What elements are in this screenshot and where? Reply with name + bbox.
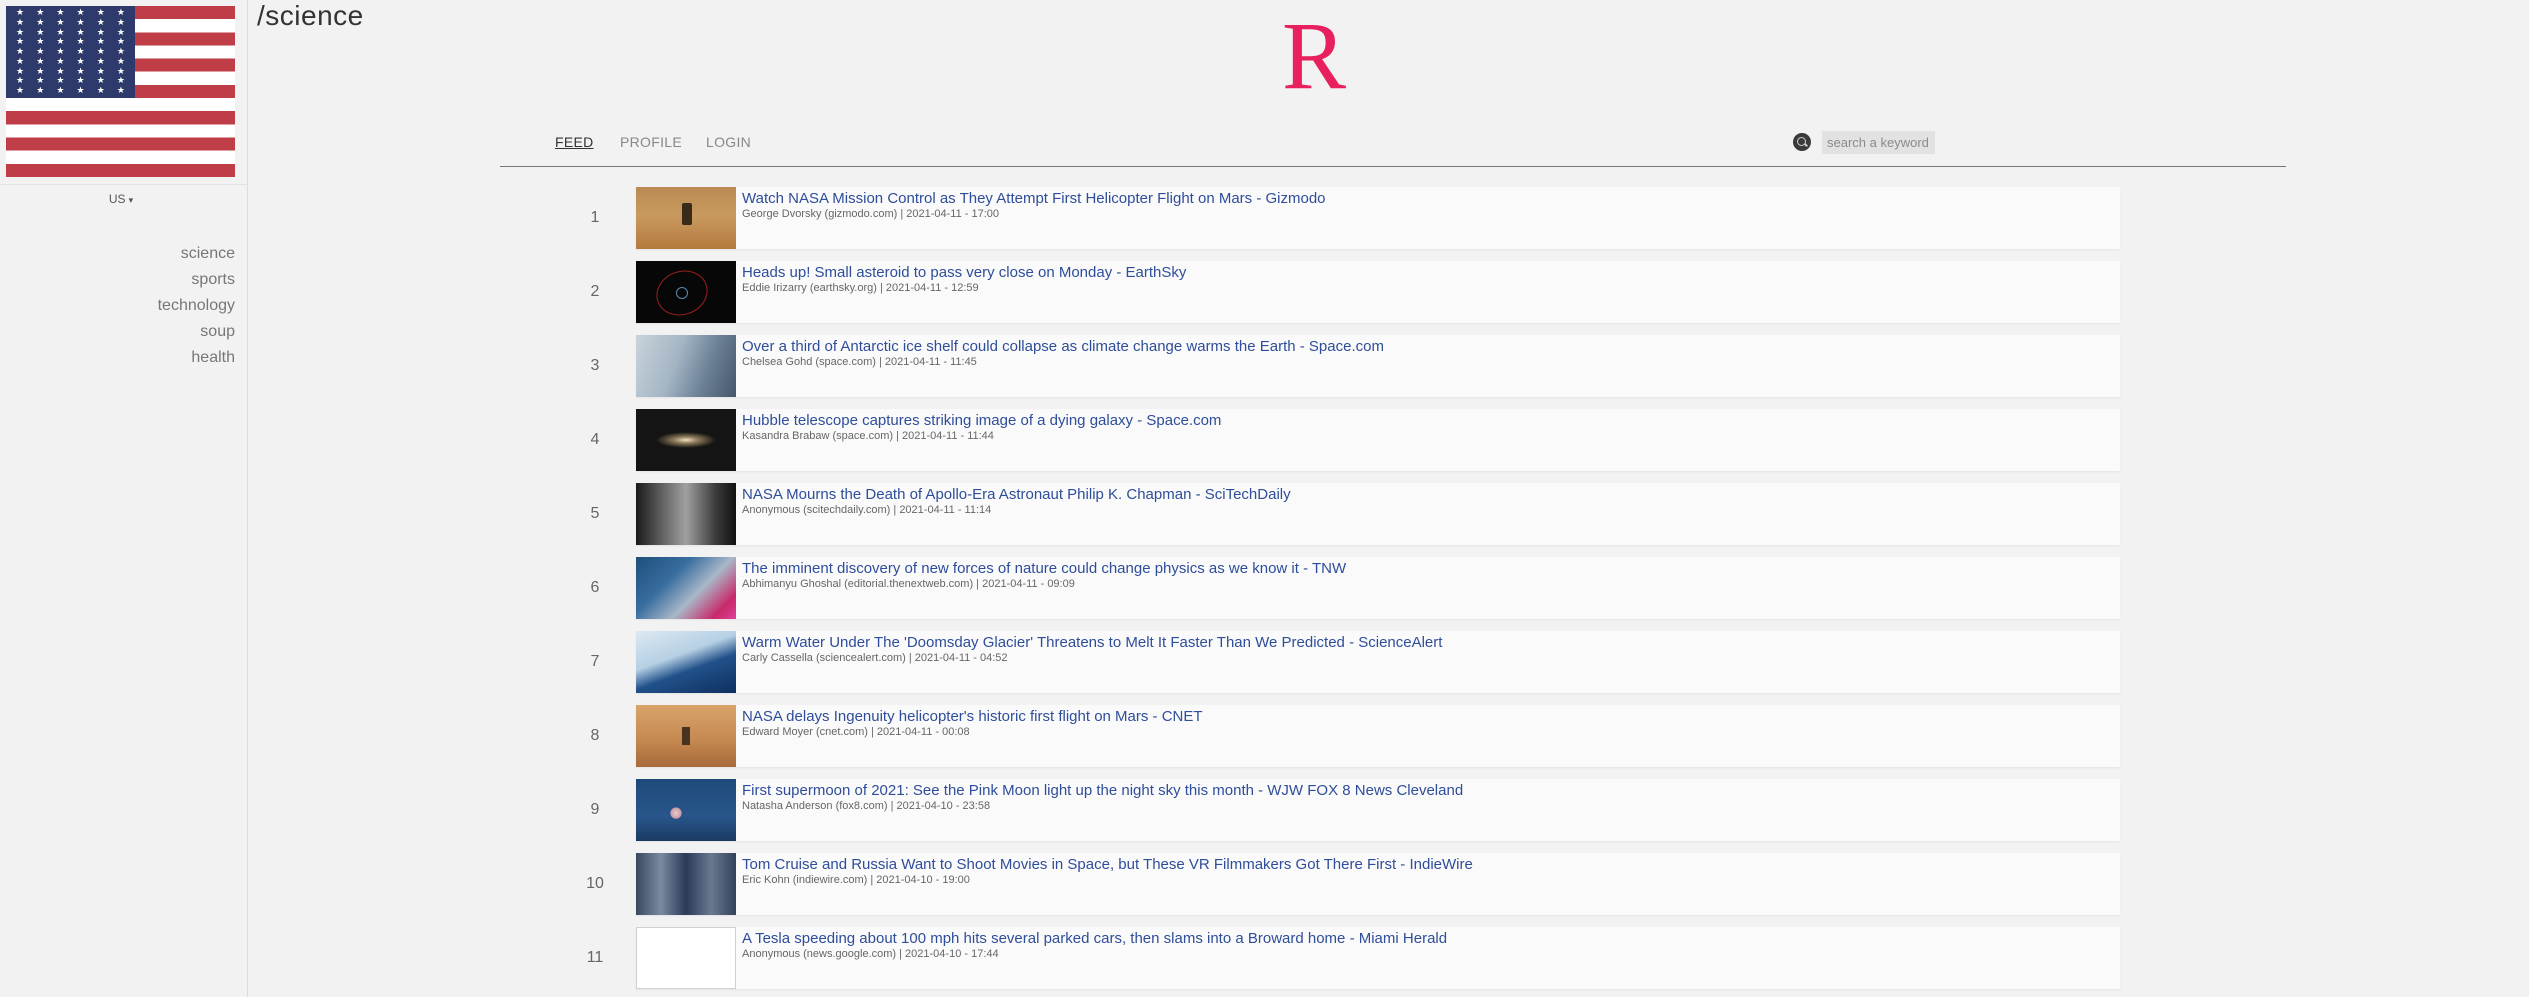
- article-thumbnail[interactable]: [636, 409, 736, 471]
- article-meta: Natasha Anderson (fox8.com) | 2021-04-10…: [742, 800, 991, 812]
- feed-rank: 7: [590, 653, 600, 670]
- feed-item: 8 NASA delays Ingenuity helicopter's his…: [580, 705, 2120, 767]
- article-thumbnail[interactable]: [636, 483, 736, 545]
- feed-rank: 1: [590, 209, 600, 226]
- category-list: science sports technology soup health: [158, 241, 235, 371]
- article-meta: Anonymous (news.google.com) | 2021-04-10…: [742, 948, 999, 960]
- feed-card[interactable]: Tom Cruise and Russia Want to Shoot Movi…: [636, 853, 2120, 915]
- feed-card[interactable]: Warm Water Under The 'Doomsday Glacier' …: [636, 631, 2120, 693]
- sidebar-item-technology[interactable]: technology: [158, 293, 235, 319]
- feed-item: 10 Tom Cruise and Russia Want to Shoot M…: [580, 853, 2120, 915]
- sidebar-item-science[interactable]: science: [158, 241, 235, 267]
- article-title-link[interactable]: A Tesla speeding about 100 mph hits seve…: [742, 930, 1447, 947]
- article-title-link[interactable]: First supermoon of 2021: See the Pink Mo…: [742, 782, 1463, 799]
- flag-canton: ★ ★ ★ ★ ★ ★ ★ ★ ★ ★ ★ ★ ★ ★ ★ ★ ★ ★ ★ ★ ★ ★ ★ ★ ★ ★ ★ ★ ★ ★ ★ ★ ★ ★ ★…: [6, 6, 135, 98]
- caret-down-icon: ▾: [128, 195, 134, 205]
- feed-rank: 8: [590, 727, 600, 744]
- feed-card[interactable]: Heads up! Small asteroid to pass very cl…: [636, 261, 2120, 323]
- article-meta: Eddie Irizarry (earthsky.org) | 2021-04-…: [742, 282, 979, 294]
- feed-item: 6 The imminent discovery of new forces o…: [580, 557, 2120, 619]
- article-meta: Edward Moyer (cnet.com) | 2021-04-11 - 0…: [742, 726, 970, 738]
- article-meta: Kasandra Brabaw (space.com) | 2021-04-11…: [742, 430, 994, 442]
- feed-rank: 6: [590, 579, 600, 596]
- article-title-link[interactable]: Watch NASA Mission Control as They Attem…: [742, 190, 1326, 207]
- article-thumbnail[interactable]: [636, 557, 736, 619]
- feed-item: 5 NASA Mourns the Death of Apollo-Era As…: [580, 483, 2120, 545]
- sidebar-item-soup[interactable]: soup: [158, 319, 235, 345]
- sidebar-item-sports[interactable]: sports: [158, 267, 235, 293]
- feed-rank: 4: [590, 431, 600, 448]
- article-meta: Abhimanyu Ghoshal (editorial.thenextweb.…: [742, 578, 1075, 590]
- search-input[interactable]: [1822, 131, 1935, 154]
- feed-item: 1 Watch NASA Mission Control as They Att…: [580, 187, 2120, 249]
- sidebar-item-health[interactable]: health: [158, 345, 235, 371]
- sidebar: ★ ★ ★ ★ ★ ★ ★ ★ ★ ★ ★ ★ ★ ★ ★ ★ ★ ★ ★ ★ ★ ★ ★ ★ ★ ★ ★ ★ ★ ★ ★ ★ ★ ★ ★…: [0, 0, 248, 997]
- article-title-link[interactable]: Heads up! Small asteroid to pass very cl…: [742, 264, 1186, 281]
- feed-card[interactable]: A Tesla speeding about 100 mph hits seve…: [636, 927, 2120, 989]
- tab-feed[interactable]: FEED: [555, 134, 594, 150]
- feed-item: 4 Hubble telescope captures striking ima…: [580, 409, 2120, 471]
- page-title: /science: [257, 0, 364, 31]
- article-thumbnail[interactable]: [636, 779, 736, 841]
- feed-list: 1 Watch NASA Mission Control as They Att…: [580, 187, 2120, 997]
- feed-card[interactable]: Watch NASA Mission Control as They Attem…: [636, 187, 2120, 249]
- search-icon[interactable]: [1793, 133, 1811, 151]
- feed-item: 3 Over a third of Antarctic ice shelf co…: [580, 335, 2120, 397]
- article-meta: Carly Cassella (sciencealert.com) | 2021…: [742, 652, 1008, 664]
- feed-card[interactable]: Over a third of Antarctic ice shelf coul…: [636, 335, 2120, 397]
- article-thumbnail[interactable]: [636, 705, 736, 767]
- feed-card[interactable]: NASA delays Ingenuity helicopter's histo…: [636, 705, 2120, 767]
- article-meta: Anonymous (scitechdaily.com) | 2021-04-1…: [742, 504, 992, 516]
- article-title-link[interactable]: Tom Cruise and Russia Want to Shoot Movi…: [742, 856, 1473, 873]
- feed-rank: 2: [590, 283, 600, 300]
- article-thumbnail[interactable]: [636, 927, 736, 989]
- article-title-link[interactable]: Hubble telescope captures striking image…: [742, 412, 1221, 429]
- article-title-link[interactable]: NASA delays Ingenuity helicopter's histo…: [742, 708, 1203, 725]
- article-title-link[interactable]: NASA Mourns the Death of Apollo-Era Astr…: [742, 486, 1291, 503]
- us-flag-icon[interactable]: ★ ★ ★ ★ ★ ★ ★ ★ ★ ★ ★ ★ ★ ★ ★ ★ ★ ★ ★ ★ ★ ★ ★ ★ ★ ★ ★ ★ ★ ★ ★ ★ ★ ★ ★…: [6, 6, 235, 177]
- tab-login[interactable]: LOGIN: [706, 134, 751, 150]
- article-title-link[interactable]: Over a third of Antarctic ice shelf coul…: [742, 338, 1384, 355]
- feed-card[interactable]: Hubble telescope captures striking image…: [636, 409, 2120, 471]
- feed-rank: 11: [586, 949, 604, 966]
- article-title-link[interactable]: Warm Water Under The 'Doomsday Glacier' …: [742, 634, 1442, 651]
- feed-rank: 3: [590, 357, 600, 374]
- article-thumbnail[interactable]: [636, 261, 736, 323]
- country-select[interactable]: US ▾: [0, 192, 242, 206]
- article-thumbnail[interactable]: [636, 631, 736, 693]
- feed-card[interactable]: First supermoon of 2021: See the Pink Mo…: [636, 779, 2120, 841]
- feed-card[interactable]: The imminent discovery of new forces of …: [636, 557, 2120, 619]
- article-meta: George Dvorsky (gizmodo.com) | 2021-04-1…: [742, 208, 999, 220]
- article-thumbnail[interactable]: [636, 853, 736, 915]
- feed-item: 9 First supermoon of 2021: See the Pink …: [580, 779, 2120, 841]
- article-title-link[interactable]: The imminent discovery of new forces of …: [742, 560, 1346, 577]
- feed-rank: 9: [590, 801, 600, 818]
- article-meta: Eric Kohn (indiewire.com) | 2021-04-10 -…: [742, 874, 970, 886]
- article-thumbnail[interactable]: [636, 335, 736, 397]
- country-select-value: US: [108, 192, 126, 206]
- feed-item: 11 A Tesla speeding about 100 mph hits s…: [580, 927, 2120, 989]
- feed-item: 7 Warm Water Under The 'Doomsday Glacier…: [580, 631, 2120, 693]
- site-logo[interactable]: R: [1282, 8, 1346, 104]
- article-meta: Chelsea Gohd (space.com) | 2021-04-11 - …: [742, 356, 977, 368]
- top-nav: FEED PROFILE LOGIN: [500, 130, 2286, 167]
- feed-item: 2 Heads up! Small asteroid to pass very …: [580, 261, 2120, 323]
- feed-rank: 10: [586, 875, 604, 892]
- feed-rank: 5: [590, 505, 600, 522]
- article-thumbnail[interactable]: [636, 187, 736, 249]
- sidebar-divider: [0, 184, 248, 185]
- tab-profile[interactable]: PROFILE: [620, 134, 682, 150]
- feed-card[interactable]: NASA Mourns the Death of Apollo-Era Astr…: [636, 483, 2120, 545]
